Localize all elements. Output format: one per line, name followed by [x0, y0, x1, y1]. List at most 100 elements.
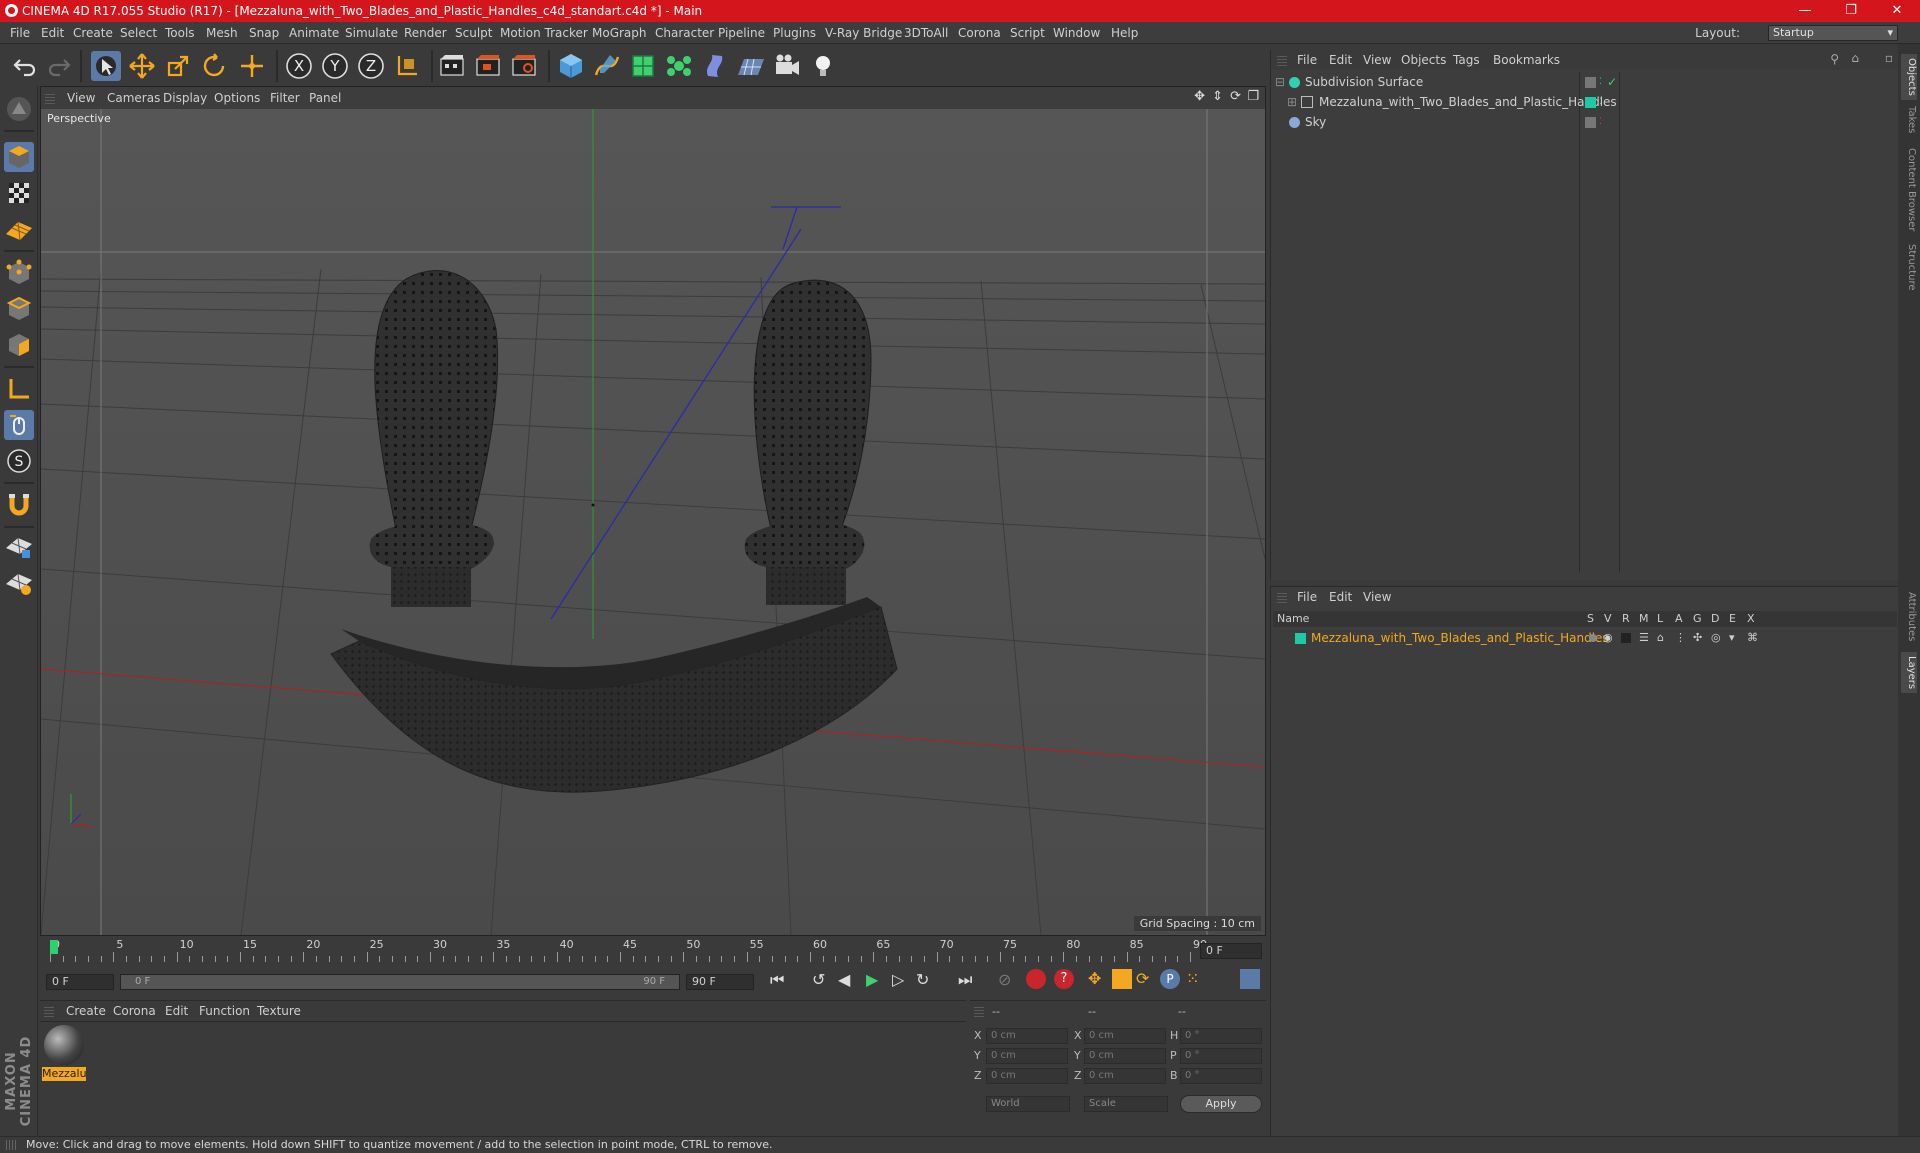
- object-row-mezzaluna[interactable]: ⊞ Mezzaluna_with_Two_Blades_and_Plastic_…: [1273, 93, 1897, 112]
- layer-xref-icon[interactable]: ⌘: [1747, 629, 1758, 647]
- rotate-view-icon[interactable]: ⟳: [1230, 89, 1241, 104]
- key-rotation-icon[interactable]: ⟳: [1136, 969, 1149, 988]
- redo-icon[interactable]: [44, 51, 74, 81]
- texture-mode-icon[interactable]: [4, 178, 34, 208]
- cube-icon[interactable]: [556, 51, 586, 81]
- layer-animation-icon[interactable]: ⋮: [1675, 629, 1686, 647]
- tweak-mode-icon[interactable]: [4, 410, 34, 440]
- menu-plugins[interactable]: Plugins: [773, 22, 816, 44]
- step-forward-icon[interactable]: ▷: [892, 970, 904, 989]
- layer-render-icon[interactable]: [1621, 633, 1631, 643]
- col-render[interactable]: R: [1622, 611, 1630, 627]
- viewport-menu-view[interactable]: View: [67, 87, 95, 109]
- objects-menu-view[interactable]: View: [1363, 50, 1391, 70]
- menu-tools[interactable]: Tools: [165, 22, 195, 44]
- home-icon[interactable]: ⌂: [1851, 51, 1859, 65]
- apply-button[interactable]: Apply: [1180, 1095, 1262, 1113]
- col-expressions[interactable]: E: [1729, 611, 1736, 627]
- timeline-ruler[interactable]: 051015202530354045505560657075808590 0 F: [40, 938, 1266, 964]
- tree-collapse-icon[interactable]: ⊟: [1275, 73, 1285, 92]
- objects-menu-bookmarks[interactable]: Bookmarks: [1493, 50, 1560, 70]
- timeline-window-icon[interactable]: [1240, 969, 1260, 989]
- points-mode-icon[interactable]: [4, 258, 34, 288]
- tab-attributes[interactable]: Attributes: [1901, 592, 1917, 641]
- tab-content-browser[interactable]: Content Browser: [1901, 148, 1917, 231]
- menu-select[interactable]: Select: [120, 22, 157, 44]
- layers-menu-edit[interactable]: Edit: [1329, 587, 1352, 607]
- transform-icon[interactable]: [237, 51, 267, 81]
- planar-workplane-icon[interactable]: [4, 568, 34, 598]
- panel-options-icon[interactable]: ▫: [1885, 51, 1893, 65]
- key-pla-icon[interactable]: ⁙: [1186, 969, 1199, 988]
- col-xref[interactable]: X: [1747, 611, 1755, 627]
- rot-b-field[interactable]: 0 °: [1180, 1068, 1262, 1084]
- maximize-button[interactable]: ❐: [1828, 0, 1874, 22]
- visibility-dots-icon[interactable]: ⁚: [1599, 73, 1602, 92]
- pen-spline-icon[interactable]: [592, 51, 622, 81]
- cloner-icon[interactable]: [664, 51, 694, 81]
- tree-expand-icon[interactable]: ⊞: [1287, 93, 1297, 112]
- viewport-menu-filter[interactable]: Filter: [270, 87, 300, 109]
- polygons-mode-icon[interactable]: [4, 330, 34, 360]
- layers-menu-file[interactable]: File: [1297, 587, 1317, 607]
- deformer-icon[interactable]: [700, 51, 730, 81]
- layer-manager-icon[interactable]: ☰: [1639, 629, 1649, 647]
- camera-icon[interactable]: [772, 51, 802, 81]
- menu-help[interactable]: Help: [1111, 22, 1138, 44]
- edges-mode-icon[interactable]: [4, 294, 34, 324]
- subdivision-icon[interactable]: [628, 51, 658, 81]
- undo-icon[interactable]: [10, 51, 40, 81]
- size-x-field[interactable]: 0 cm: [1084, 1028, 1166, 1044]
- pos-x-field[interactable]: 0 cm: [986, 1028, 1068, 1044]
- menu-snap[interactable]: Snap: [249, 22, 279, 44]
- rot-p-field[interactable]: 0 °: [1180, 1048, 1262, 1064]
- search-icon[interactable]: ⚲: [1830, 52, 1839, 66]
- rot-h-field[interactable]: 0 °: [1180, 1028, 1262, 1044]
- layer-row[interactable]: Mezzaluna_with_Two_Blades_and_Plastic_Ha…: [1273, 629, 1897, 647]
- tab-structure[interactable]: Structure: [1901, 244, 1917, 291]
- menu-window[interactable]: Window: [1053, 22, 1100, 44]
- menu-motion-tracker[interactable]: Motion Tracker: [500, 22, 588, 44]
- scale-icon[interactable]: [163, 51, 193, 81]
- make-editable-icon[interactable]: [4, 94, 34, 124]
- current-frame-field[interactable]: 0 F: [1200, 943, 1262, 959]
- enabled-check-icon[interactable]: ✓: [1607, 73, 1617, 92]
- tab-takes[interactable]: Takes: [1901, 106, 1917, 133]
- model-mode-icon[interactable]: [4, 142, 34, 172]
- go-to-end-icon[interactable]: ⏭: [958, 970, 972, 990]
- pan-view-icon[interactable]: ✥: [1194, 89, 1205, 104]
- material-menu-create[interactable]: Create: [66, 1001, 106, 1021]
- playhead-marker[interactable]: [50, 940, 58, 954]
- viewport-canvas[interactable]: Perspective Grid Spacing : 10 cm: [41, 109, 1265, 935]
- col-animation[interactable]: A: [1675, 611, 1683, 627]
- object-row-subdivision[interactable]: ⊟ Subdivision Surface ⁚ ✓: [1273, 73, 1897, 92]
- locked-workplane-icon[interactable]: [4, 532, 34, 562]
- minimize-button[interactable]: —: [1782, 0, 1828, 22]
- objects-menu-file[interactable]: File: [1297, 50, 1317, 70]
- size-y-field[interactable]: 0 cm: [1084, 1048, 1166, 1064]
- toggle-layout-icon[interactable]: ❐: [1247, 89, 1259, 104]
- render-picture-viewer-icon[interactable]: [473, 51, 503, 81]
- key-position-icon[interactable]: ✥: [1088, 969, 1101, 988]
- coordinate-space-dropdown[interactable]: World: [986, 1096, 1070, 1112]
- render-view-icon[interactable]: [437, 51, 467, 81]
- layer-view-icon[interactable]: ◉: [1603, 629, 1613, 647]
- col-deformers[interactable]: D: [1711, 611, 1719, 627]
- material-menu-function[interactable]: Function: [199, 1001, 250, 1021]
- material-menu-corona[interactable]: Corona: [113, 1001, 156, 1021]
- material-swatch[interactable]: Mezzalu: [42, 1025, 86, 1081]
- menu-corona[interactable]: Corona: [958, 22, 1001, 44]
- visibility-dots-icon[interactable]: ⁚: [1599, 93, 1602, 112]
- z-axis-icon[interactable]: Z: [356, 51, 386, 81]
- tab-objects[interactable]: Objects: [1901, 54, 1917, 100]
- x-axis-icon[interactable]: X: [284, 51, 314, 81]
- layer-expression-icon[interactable]: ▾: [1729, 629, 1735, 647]
- go-to-start-icon[interactable]: ⏮: [770, 970, 784, 990]
- visibility-dots-icon[interactable]: ⁚: [1599, 113, 1602, 132]
- next-key-icon[interactable]: ↻: [916, 970, 929, 989]
- snap-magnet-icon[interactable]: [4, 490, 34, 520]
- menu-file[interactable]: File: [10, 22, 30, 44]
- layers-menu-view[interactable]: View: [1363, 587, 1391, 607]
- size-z-field[interactable]: 0 cm: [1084, 1068, 1166, 1084]
- pos-z-field[interactable]: 0 cm: [986, 1068, 1068, 1084]
